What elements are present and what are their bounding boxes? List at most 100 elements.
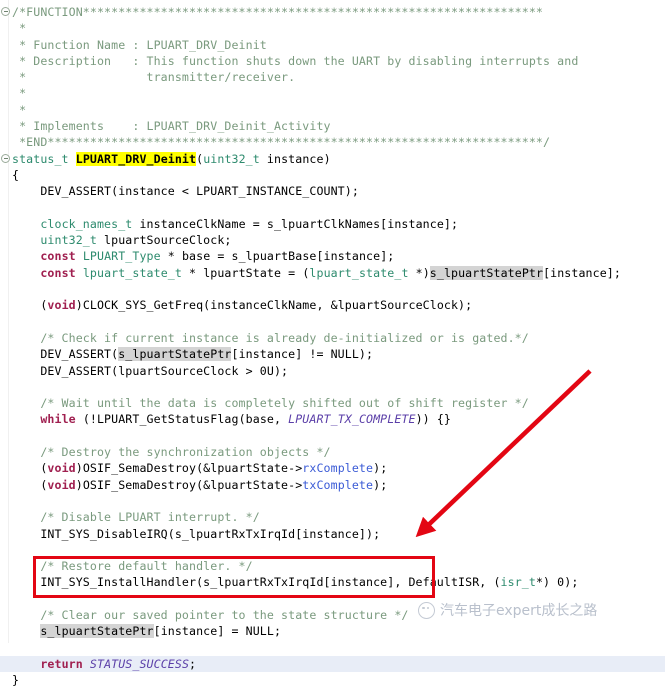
code-line[interactable]: }	[0, 672, 665, 688]
code-token: DEV_ASSERT(instance < LPUART_INSTANCE_CO…	[12, 184, 359, 199]
occurrence-highlight-token: s_lpuartStatePtr	[429, 265, 544, 280]
search-highlight-token: LPUART_DRV_Deinit	[75, 151, 197, 166]
code-token: void	[47, 477, 76, 492]
watermark: 汽车电子expert成长之路	[418, 600, 597, 620]
code-token: void	[47, 461, 76, 476]
code-token: instanceClkName = s_lpuartClkNames[insta…	[132, 216, 459, 231]
code-token: rxComplete	[302, 461, 374, 476]
code-token: lpuart_state_t	[309, 265, 409, 280]
code-token: * transmitter/receiver.	[12, 70, 296, 85]
fold-collapse-icon[interactable]	[1, 153, 10, 163]
code-line[interactable]: *END************************************…	[0, 134, 665, 150]
code-token: status_t	[12, 151, 76, 166]
code-token: isr_t	[500, 575, 536, 590]
code-line[interactable]: *	[0, 85, 665, 101]
code-token: [instance] != NULL);	[231, 347, 374, 362]
code-line[interactable]	[0, 379, 665, 395]
code-line[interactable]: * Function Name : LPUART_DRV_Deinit	[0, 37, 665, 53]
code-line[interactable]: /* Check if current instance is already …	[0, 330, 665, 346]
code-line[interactable]	[0, 314, 665, 330]
code-line[interactable]: clock_names_t instanceClkName = s_lpuart…	[0, 216, 665, 232]
code-line[interactable]: /* Wait until the data is completely shi…	[0, 395, 665, 411]
code-token: *END************************************…	[12, 135, 551, 150]
code-line[interactable]: *	[0, 20, 665, 36]
code-token: lpuartSourceClock;	[96, 233, 232, 248]
code-token: return	[40, 656, 83, 671]
code-line[interactable]: DEV_ASSERT(instance < LPUART_INSTANCE_CO…	[0, 183, 665, 199]
code-token: * lpuartState = (	[181, 265, 310, 280]
code-editor[interactable]: /*FUNCTION******************************…	[0, 0, 665, 687]
code-token: /*FUNCTION******************************…	[12, 5, 544, 19]
code-token: [instance] = NULL;	[153, 624, 282, 639]
code-line[interactable]: {	[0, 167, 665, 183]
code-token: const	[40, 265, 76, 280]
code-token: void	[47, 298, 76, 313]
code-token: uint32_t	[40, 233, 97, 248]
code-token: INT_SYS_DisableIRQ(s_lpuartRxTxIrqId[ins…	[12, 526, 381, 541]
code-token: );	[373, 461, 388, 476]
code-token: );	[373, 477, 388, 492]
code-line[interactable]: (void)OSIF_SemaDestroy(&lpuartState->rxC…	[0, 460, 665, 476]
code-line[interactable]	[0, 493, 665, 509]
code-line[interactable]	[0, 428, 665, 444]
code-token: )OSIF_SemaDestroy(&lpuartState->	[75, 461, 303, 476]
code-token: * base = s_lpuartBase[instance];	[160, 249, 395, 264]
code-line[interactable]: (void)CLOCK_SYS_GetFreq(instanceClkName,…	[0, 297, 665, 313]
code-token: * Description : This function shuts down…	[12, 53, 579, 68]
code-line[interactable]: /* Disable LPUART interrupt. */	[0, 509, 665, 525]
code-token: *	[12, 102, 27, 117]
code-line[interactable]: * Implements : LPUART_DRV_Deinit_Activit…	[0, 118, 665, 134]
code-line[interactable]	[0, 281, 665, 297]
code-line[interactable]: /*FUNCTION******************************…	[0, 4, 665, 20]
code-line[interactable]: const LPUART_Type * base = s_lpuartBase[…	[0, 248, 665, 264]
code-token: txComplete	[302, 477, 374, 492]
code-token: *)	[408, 265, 430, 280]
code-token: * Implements : LPUART_DRV_Deinit_Activit…	[12, 119, 331, 134]
code-line[interactable]: /* Destroy the synchronization objects *…	[0, 444, 665, 460]
occurrence-highlight-token: s_lpuartStatePtr	[40, 624, 154, 639]
code-line[interactable]: status_t LPUART_DRV_Deinit(uint32_t inst…	[0, 151, 665, 167]
watermark-text: 汽车电子expert成长之路	[440, 603, 598, 619]
code-token: DEV_ASSERT(lpuartSourceClock > 0U);	[12, 363, 289, 378]
code-token: STATUS_SUCCESS	[89, 656, 190, 671]
code-line[interactable]: * Description : This function shuts down…	[0, 53, 665, 69]
code-token: lpuart_state_t	[82, 265, 182, 280]
code-token: /* Check if current instance is already …	[12, 330, 529, 345]
code-token: }	[12, 673, 20, 688]
code-token: {	[12, 167, 20, 182]
code-token: (	[12, 461, 48, 476]
code-line[interactable]: *	[0, 102, 665, 118]
code-line[interactable]: uint32_t lpuartSourceClock;	[0, 232, 665, 248]
code-token: /* Wait until the data is completely shi…	[12, 396, 529, 411]
code-line[interactable]	[0, 200, 665, 216]
code-token: uint32_t	[203, 151, 260, 166]
code-token: *	[12, 86, 27, 101]
occurrence-highlight-token: s_lpuartStatePtr	[118, 347, 232, 362]
fold-collapse-icon[interactable]	[1, 7, 10, 16]
code-line[interactable]: return STATUS_SUCCESS;	[0, 655, 665, 673]
code-token: /* Destroy the synchronization objects *…	[12, 445, 331, 460]
code-line[interactable]: s_lpuartStatePtr[instance] = NULL;	[0, 623, 665, 639]
code-line[interactable]: DEV_ASSERT(s_lpuartStatePtr[instance] !=…	[0, 346, 665, 362]
code-token: *) 0);	[535, 575, 579, 590]
code-line[interactable]: while (!LPUART_GetStatusFlag(base, LPUAR…	[0, 411, 665, 427]
code-line[interactable]: const lpuart_state_t * lpuartState = (lp…	[0, 265, 665, 281]
code-line[interactable]: DEV_ASSERT(lpuartSourceClock > 0U);	[0, 363, 665, 379]
code-token: )) {}	[415, 412, 451, 427]
code-line[interactable]	[0, 640, 665, 656]
code-line[interactable]: INT_SYS_DisableIRQ(s_lpuartRxTxIrqId[ins…	[0, 526, 665, 542]
code-token: (!LPUART_GetStatusFlag(base,	[75, 412, 289, 427]
code-token: LPUART_Type	[82, 249, 161, 264]
code-line[interactable]: * transmitter/receiver.	[0, 69, 665, 85]
code-line[interactable]: (void)OSIF_SemaDestroy(&lpuartState->txC…	[0, 477, 665, 493]
red-rectangle-annotation	[33, 556, 435, 598]
code-token: (	[12, 298, 48, 313]
code-token: LPUART_TX_COMPLETE	[288, 412, 416, 427]
